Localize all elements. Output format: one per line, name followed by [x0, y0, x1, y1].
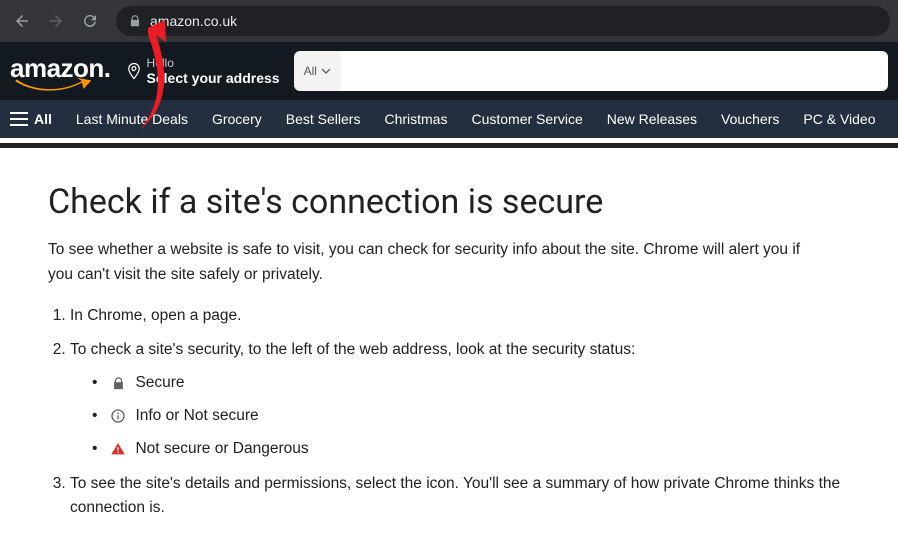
hamburger-icon [10, 112, 28, 126]
status-list: • Secure • Info or Not secure • Not secu… [70, 371, 850, 461]
address-bar[interactable]: amazon.co.uk [116, 6, 890, 36]
deliver-to[interactable]: Hello Select your address [125, 56, 280, 86]
lock-icon [109, 375, 127, 393]
search-category-label: All [304, 64, 317, 78]
steps-list: In Chrome, open a page. To check a site'… [48, 304, 850, 522]
status-secure: • Secure [92, 371, 850, 396]
location-pin-icon [125, 62, 143, 80]
step-2-text: To check a site's security, to the left … [70, 341, 635, 358]
search-category-dropdown[interactable]: All [294, 51, 341, 91]
status-info: • Info or Not secure [92, 404, 850, 429]
search-input[interactable] [341, 51, 888, 91]
nav-christmas[interactable]: Christmas [384, 111, 447, 127]
deliver-hello: Hello [147, 56, 280, 70]
step-2: To check a site's security, to the left … [70, 338, 850, 461]
help-article: Check if a site's connection is secure T… [0, 160, 898, 553]
status-danger-label: Not secure or Dangerous [135, 437, 308, 462]
bullet-icon: • [92, 437, 97, 462]
caret-down-icon [321, 66, 331, 76]
warning-triangle-icon [109, 440, 127, 458]
step-1: In Chrome, open a page. [70, 304, 850, 329]
arrow-right-icon [47, 12, 65, 30]
nav-vouchers[interactable]: Vouchers [721, 111, 779, 127]
info-icon [109, 407, 127, 425]
lock-icon [128, 14, 142, 28]
bullet-icon: • [92, 371, 97, 396]
search-bar: All [294, 51, 888, 91]
amazon-nav: All Last Minute Deals Grocery Best Selle… [0, 100, 898, 138]
browser-toolbar: amazon.co.uk [0, 0, 898, 42]
back-button[interactable] [8, 7, 36, 35]
reload-button[interactable] [76, 7, 104, 35]
arrow-left-icon [13, 12, 31, 30]
deliver-address: Select your address [147, 70, 280, 86]
nav-all-label: All [34, 111, 52, 127]
forward-button[interactable] [42, 7, 70, 35]
url-text: amazon.co.uk [150, 13, 237, 29]
reload-icon [81, 12, 99, 30]
step-3: To see the site's details and permission… [70, 472, 850, 522]
article-lead: To see whether a website is safe to visi… [48, 238, 808, 288]
nav-pc-video[interactable]: PC & Video [803, 111, 875, 127]
status-secure-label: Secure [135, 371, 184, 396]
amazon-logo[interactable]: amazon. [10, 53, 111, 90]
nav-customer-service[interactable]: Customer Service [471, 111, 582, 127]
nav-grocery[interactable]: Grocery [212, 111, 262, 127]
nav-new-releases[interactable]: New Releases [607, 111, 697, 127]
bullet-icon: • [92, 404, 97, 429]
status-info-label: Info or Not secure [135, 404, 258, 429]
amazon-header: amazon. Hello Select your address All [0, 42, 898, 100]
nav-all[interactable]: All [10, 111, 52, 127]
nav-last-minute-deals[interactable]: Last Minute Deals [76, 111, 188, 127]
divider [0, 148, 898, 160]
nav-best-sellers[interactable]: Best Sellers [286, 111, 361, 127]
amazon-swoosh-icon [15, 78, 93, 92]
status-danger: • Not secure or Dangerous [92, 437, 850, 462]
article-heading: Check if a site's connection is secure [48, 182, 850, 222]
